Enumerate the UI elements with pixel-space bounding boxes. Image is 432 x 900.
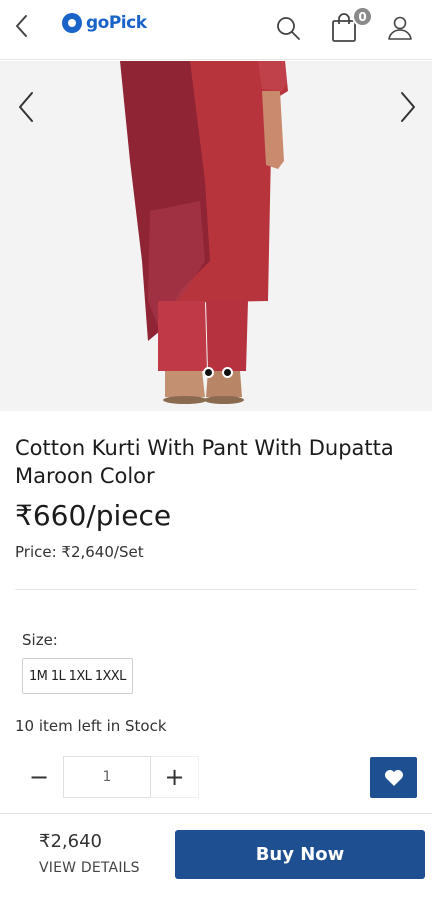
set-price: Price: ₹2,640/Set <box>15 543 144 561</box>
stock-status: 10 item left in Stock <box>15 717 167 735</box>
chevron-left-icon <box>19 92 33 122</box>
user-icon <box>388 16 412 40</box>
logo-mark-icon <box>62 13 82 33</box>
gallery-prev-button[interactable] <box>12 89 40 125</box>
product-photo <box>0 61 432 411</box>
search-icon <box>277 17 300 40</box>
product-price: ₹660/piece <box>15 499 172 532</box>
chevron-right-icon <box>401 92 415 122</box>
total-price: ₹2,640 <box>39 831 102 852</box>
cart-count-badge: 0 <box>352 6 373 27</box>
product-image-gallery[interactable] <box>0 61 432 411</box>
size-option[interactable]: 1M 1L 1XL 1XXL <box>22 658 133 694</box>
gallery-pagination-dots <box>203 367 233 378</box>
product-title: Cotton Kurti With Pant With Dupatta Maro… <box>15 436 394 488</box>
back-button[interactable] <box>8 12 36 40</box>
back-arrow-icon <box>16 15 27 37</box>
top-bar: goPick 0 <box>0 0 432 60</box>
quantity-stepper: − + <box>15 756 199 798</box>
bottom-action-bar: ₹2,640 VIEW DETAILS Buy Now <box>0 813 432 900</box>
size-label: Size: <box>22 631 58 649</box>
increase-quantity-button[interactable]: + <box>151 756 199 798</box>
logo-text: goPick <box>86 13 147 33</box>
view-details-link[interactable]: VIEW DETAILS <box>39 860 140 876</box>
quantity-input[interactable] <box>63 756 151 798</box>
gallery-next-button[interactable] <box>394 89 422 125</box>
account-button[interactable] <box>386 14 414 42</box>
buy-now-button[interactable]: Buy Now <box>175 830 425 879</box>
search-button[interactable] <box>274 14 302 42</box>
heart-icon <box>384 769 403 786</box>
pagination-dot[interactable] <box>222 367 233 378</box>
wishlist-button[interactable] <box>370 757 417 798</box>
divider <box>15 589 417 590</box>
decrease-quantity-button[interactable]: − <box>15 756 63 798</box>
pagination-dot[interactable] <box>203 367 214 378</box>
logo[interactable]: goPick <box>62 13 147 33</box>
